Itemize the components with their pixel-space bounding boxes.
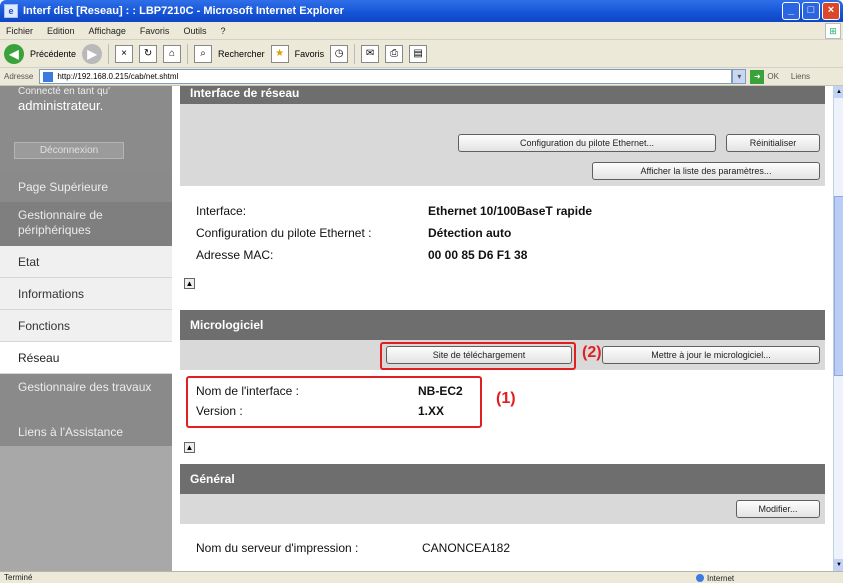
address-bar: Adresse http://192.168.0.215/cab/net.sht… — [0, 68, 843, 86]
interface-value: Ethernet 10/100BaseT rapide — [428, 204, 593, 218]
address-url[interactable]: http://192.168.0.215/cab/net.shtml — [57, 72, 178, 81]
status-text: Terminé — [4, 573, 33, 582]
menu-view[interactable]: Affichage — [89, 26, 126, 36]
ethernet-config-button[interactable]: Configuration du pilote Ethernet... — [458, 134, 716, 152]
sidebar-item-support-links[interactable]: Liens à l'Assistance — [0, 418, 172, 446]
security-zone: Internet — [696, 572, 734, 583]
address-input[interactable]: http://192.168.0.215/cab/net.shtml — [39, 69, 733, 84]
toolbar-separator — [354, 43, 356, 64]
menu-bar: Fichier Edition Affichage Favoris Outils… — [0, 22, 843, 40]
driver-config-value: Détection auto — [428, 226, 512, 240]
window-title-bar: e Interf dist [Reseau] : : LBP7210C - Mi… — [0, 0, 843, 22]
edit-icon[interactable]: ▤ — [409, 44, 428, 63]
page-icon — [43, 71, 54, 82]
minimize-button[interactable]: _ — [782, 2, 800, 20]
callout-1: (1) — [496, 390, 516, 407]
address-dropdown-icon[interactable]: ▾ — [732, 69, 747, 84]
page-content: Connecté en tant qu' administrateur. Déc… — [0, 86, 833, 571]
menu-help[interactable]: ? — [220, 26, 225, 36]
maximize-button[interactable]: □ — [802, 2, 820, 20]
section-header-general: Général — [180, 464, 825, 494]
highlight-box-download — [380, 342, 576, 370]
back-arrow-icon[interactable]: ◀ — [4, 43, 24, 64]
toolbar: ◀ Précédente ▶ × ↻ ⌂ ⌕ Rechercher ★ Favo… — [0, 40, 843, 68]
sidebar-item-information[interactable]: Informations — [0, 278, 172, 310]
admin-label: administrateur. — [18, 98, 104, 113]
callout-2: (2) — [582, 344, 602, 361]
vertical-scrollbar[interactable]: ▲ ▼ — [833, 86, 843, 571]
interface-name-value: NB-EC2 — [418, 384, 463, 398]
print-server-label: Nom du serveur d'impression : — [196, 541, 359, 555]
ie-icon: e — [4, 4, 18, 18]
go-arrow-icon[interactable]: ➜ — [750, 69, 765, 84]
mac-address-label: Adresse MAC: — [196, 248, 274, 262]
sidebar-item-network[interactable]: Réseau — [0, 342, 172, 374]
sidebar-item-functions[interactable]: Fonctions — [0, 310, 172, 342]
menu-edit[interactable]: Edition — [47, 26, 75, 36]
address-label: Adresse — [4, 72, 34, 81]
status-bar: Terminé Internet — [0, 571, 843, 583]
logged-in-as-label: Connecté en tant qu' — [18, 86, 110, 97]
general-button-row: Modifier... — [180, 494, 825, 524]
version-value: 1.XX — [418, 404, 445, 418]
refresh-icon[interactable]: ↻ — [139, 44, 158, 63]
globe-icon — [696, 574, 704, 582]
sidebar-item-top-page[interactable]: Page Supérieure — [0, 172, 172, 202]
window-title: Interf dist [Reseau] : : LBP7210C - Micr… — [23, 5, 344, 17]
sidebar-item-status[interactable]: Etat — [0, 246, 172, 278]
network-button-row: Configuration du pilote Ethernet... Réin… — [180, 104, 825, 186]
print-server-value: CANONCEA182 — [422, 541, 511, 555]
menu-tools[interactable]: Outils — [183, 26, 206, 36]
scroll-down-icon[interactable]: ▼ — [834, 559, 843, 571]
toolbar-separator — [108, 43, 110, 64]
scroll-up-icon[interactable]: ▲ — [834, 86, 843, 98]
collapse-toggle-icon[interactable]: ▲ — [184, 278, 195, 289]
update-firmware-button[interactable]: Mettre à jour le micrologiciel... — [602, 346, 820, 364]
section-header-firmware: Micrologiciel — [180, 310, 825, 340]
star-icon[interactable]: ★ — [270, 44, 289, 63]
windows-logo-icon: ⊞ — [825, 23, 841, 39]
interface-label: Interface: — [196, 204, 247, 218]
history-icon[interactable]: ◷ — [330, 44, 349, 63]
home-icon[interactable]: ⌂ — [163, 44, 182, 63]
search-button-label[interactable]: Rechercher — [218, 49, 265, 59]
close-button[interactable]: × — [822, 2, 840, 20]
show-params-button[interactable]: Afficher la liste des paramètres... — [592, 162, 820, 180]
mac-address-value: 00 00 85 D6 F1 38 — [428, 248, 528, 262]
mail-icon[interactable]: ✉ — [361, 44, 380, 63]
menu-favorites[interactable]: Favoris — [140, 26, 170, 36]
driver-config-label: Configuration du pilote Ethernet : — [196, 226, 372, 240]
search-icon[interactable]: ⌕ — [194, 44, 213, 63]
modify-button[interactable]: Modifier... — [736, 500, 820, 518]
sidebar-item-jobs-manager[interactable]: Gestionnaire des travaux — [0, 374, 172, 418]
sidebar: Connecté en tant qu' administrateur. Déc… — [0, 86, 172, 571]
links-button[interactable]: Liens — [791, 72, 810, 81]
back-button-label[interactable]: Précédente — [30, 49, 76, 59]
toolbar-separator — [187, 43, 189, 64]
reset-button[interactable]: Réinitialiser — [726, 134, 820, 152]
main-panel: Interface de réseau Configuration du pil… — [172, 86, 833, 571]
menu-file[interactable]: Fichier — [6, 26, 33, 36]
favorites-button-label[interactable]: Favoris — [295, 49, 325, 59]
logout-button[interactable]: Déconnexion — [14, 142, 124, 159]
admin-panel: Connecté en tant qu' administrateur. Déc… — [0, 86, 172, 172]
sidebar-item-device-manager[interactable]: Gestionnaire de périphériques — [0, 202, 172, 246]
section-header-network: Interface de réseau — [180, 86, 825, 104]
scroll-thumb[interactable] — [834, 196, 843, 376]
version-label: Version : — [196, 404, 243, 418]
interface-name-label: Nom de l'interface : — [196, 384, 300, 398]
collapse-toggle-icon[interactable]: ▲ — [184, 442, 195, 453]
go-button[interactable]: OK — [767, 72, 779, 81]
print-icon[interactable]: ⎙ — [385, 44, 404, 63]
stop-icon[interactable]: × — [115, 44, 134, 63]
zone-label: Internet — [707, 573, 735, 583]
forward-arrow-icon[interactable]: ▶ — [82, 43, 103, 64]
